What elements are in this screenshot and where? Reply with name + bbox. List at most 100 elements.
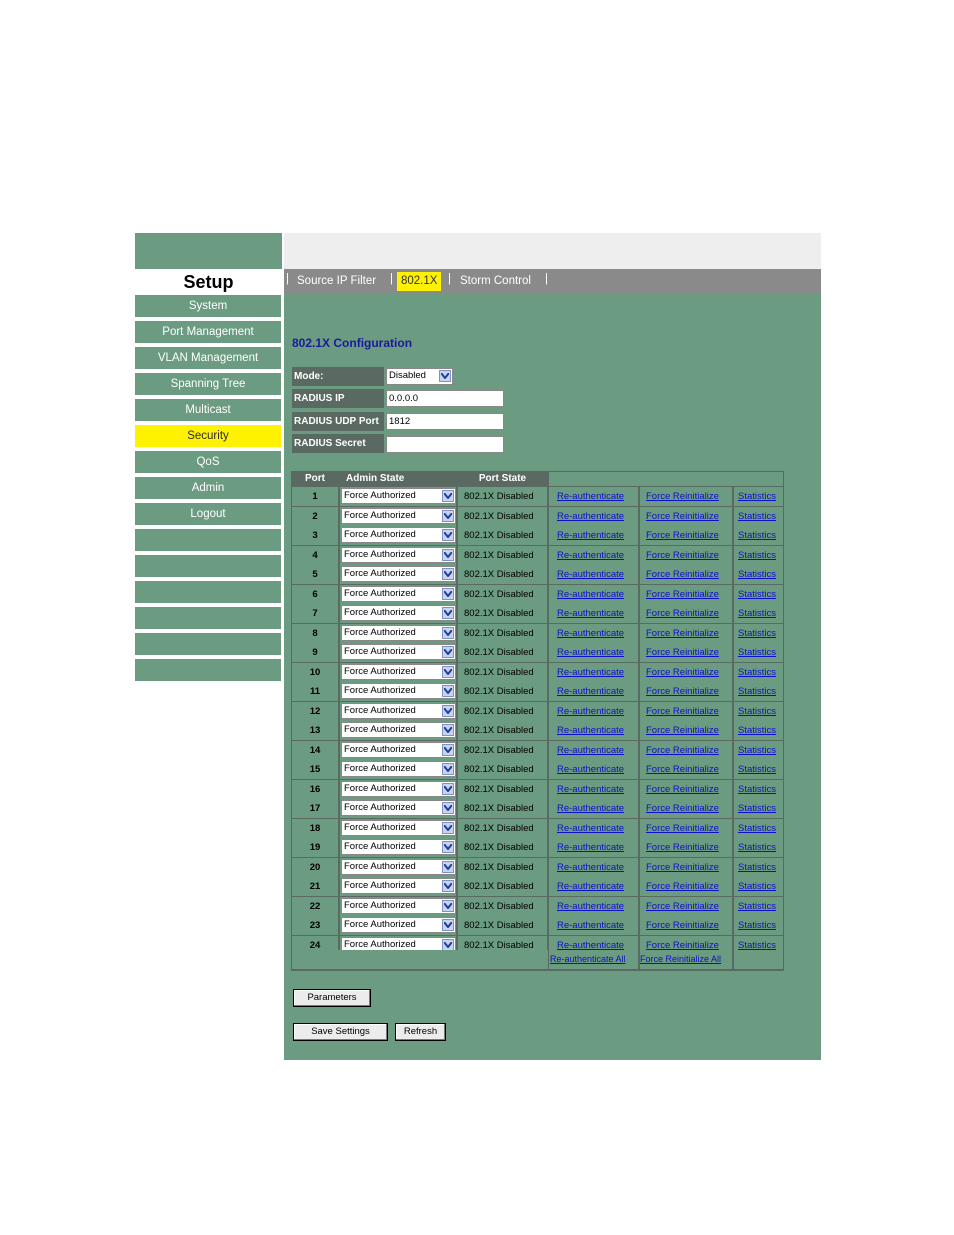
reauthenticate-link[interactable]: Re-authenticate [557,663,624,682]
admin-state-select[interactable]: Force Authorized [341,722,456,738]
force-reinitialize-link[interactable]: Force Reinitialize [646,546,719,565]
force-reinitialize-link[interactable]: Force Reinitialize [646,565,719,584]
reauthenticate-link[interactable]: Re-authenticate [557,760,624,779]
force-reinitialize-link[interactable]: Force Reinitialize [646,526,719,545]
force-reinitialize-all-link[interactable]: Force Reinitialize All [640,950,721,969]
statistics-link[interactable]: Statistics [738,799,776,818]
force-reinitialize-link[interactable]: Force Reinitialize [646,799,719,818]
reauthenticate-link[interactable]: Re-authenticate [557,916,624,935]
statistics-link[interactable]: Statistics [738,526,776,545]
tab-802-1x[interactable]: 802.1X [397,272,442,291]
statistics-link[interactable]: Statistics [738,897,776,916]
statistics-link[interactable]: Statistics [738,487,776,506]
sidebar-item-security[interactable]: Security [135,425,281,447]
refresh-button[interactable]: Refresh [395,1023,446,1041]
reauthenticate-link[interactable]: Re-authenticate [557,741,624,760]
admin-state-select[interactable]: Force Authorized [341,644,456,660]
save-settings-button[interactable]: Save Settings [293,1023,388,1041]
sidebar-item-multicast[interactable]: Multicast [135,399,281,421]
reauthenticate-link[interactable]: Re-authenticate [557,858,624,877]
reauthenticate-link[interactable]: Re-authenticate [557,780,624,799]
admin-state-select[interactable]: Force Authorized [341,897,456,914]
admin-state-select[interactable]: Force Authorized [341,527,456,543]
reauthenticate-link[interactable]: Re-authenticate [557,838,624,857]
statistics-link[interactable]: Statistics [738,604,776,623]
admin-state-select[interactable]: Force Authorized [341,858,456,875]
force-reinitialize-link[interactable]: Force Reinitialize [646,682,719,701]
admin-state-select[interactable]: Force Authorized [341,878,456,894]
force-reinitialize-link[interactable]: Force Reinitialize [646,585,719,604]
admin-state-select[interactable]: Force Authorized [341,624,456,641]
statistics-link[interactable]: Statistics [738,916,776,935]
statistics-link[interactable]: Statistics [738,643,776,662]
force-reinitialize-link[interactable]: Force Reinitialize [646,604,719,623]
force-reinitialize-link[interactable]: Force Reinitialize [646,487,719,506]
admin-state-select[interactable]: Force Authorized [341,507,456,524]
force-reinitialize-link[interactable]: Force Reinitialize [646,507,719,526]
statistics-link[interactable]: Statistics [738,507,776,526]
force-reinitialize-link[interactable]: Force Reinitialize [646,663,719,682]
reauthenticate-link[interactable]: Re-authenticate [557,487,624,506]
admin-state-select[interactable]: Force Authorized [341,585,456,602]
reauthenticate-link[interactable]: Re-authenticate [557,624,624,643]
reauthenticate-link[interactable]: Re-authenticate [557,702,624,721]
force-reinitialize-link[interactable]: Force Reinitialize [646,897,719,916]
reauthenticate-link[interactable]: Re-authenticate [557,799,624,818]
radius-secret-input[interactable] [386,436,504,453]
reauthenticate-link[interactable]: Re-authenticate [557,721,624,740]
statistics-link[interactable]: Statistics [738,741,776,760]
reauthenticate-link[interactable]: Re-authenticate [557,819,624,838]
reauthenticate-link[interactable]: Re-authenticate [557,897,624,916]
statistics-link[interactable]: Statistics [738,702,776,721]
statistics-link[interactable]: Statistics [738,858,776,877]
statistics-link[interactable]: Statistics [738,760,776,779]
statistics-link[interactable]: Statistics [738,546,776,565]
statistics-link[interactable]: Statistics [738,819,776,838]
tab-storm-control[interactable]: Storm Control [456,272,535,291]
admin-state-select[interactable]: Force Authorized [341,663,456,680]
radius-udp-port-input[interactable]: 1812 [386,413,504,430]
statistics-link[interactable]: Statistics [738,838,776,857]
admin-state-select[interactable]: Force Authorized [341,702,456,719]
parameters-button[interactable]: Parameters [293,989,371,1007]
force-reinitialize-link[interactable]: Force Reinitialize [646,838,719,857]
statistics-link[interactable]: Statistics [738,682,776,701]
statistics-link[interactable]: Statistics [738,585,776,604]
statistics-link[interactable]: Statistics [738,565,776,584]
admin-state-select[interactable]: Force Authorized [341,566,456,582]
sidebar-item-vlan-management[interactable]: VLAN Management [135,347,281,369]
admin-state-select[interactable]: Force Authorized [341,741,456,758]
admin-state-select[interactable]: Force Authorized [341,488,456,504]
statistics-link[interactable]: Statistics [738,624,776,643]
sidebar-item-qos[interactable]: QoS [135,451,281,473]
force-reinitialize-link[interactable]: Force Reinitialize [646,643,719,662]
admin-state-select[interactable]: Force Authorized [341,917,456,933]
mode-select[interactable]: Disabled [386,368,453,385]
sidebar-item-port-management[interactable]: Port Management [135,321,281,343]
reauthenticate-link[interactable]: Re-authenticate [557,643,624,662]
admin-state-select[interactable]: Force Authorized [341,761,456,777]
statistics-link[interactable]: Statistics [738,780,776,799]
reauthenticate-link[interactable]: Re-authenticate [557,565,624,584]
sidebar-item-admin[interactable]: Admin [135,477,281,499]
reauthenticate-link[interactable]: Re-authenticate [557,877,624,896]
admin-state-select[interactable]: Force Authorized [341,780,456,797]
statistics-link[interactable]: Statistics [738,877,776,896]
force-reinitialize-link[interactable]: Force Reinitialize [646,877,719,896]
reauthenticate-link[interactable]: Re-authenticate [557,682,624,701]
statistics-link[interactable]: Statistics [738,663,776,682]
sidebar-item-spanning-tree[interactable]: Spanning Tree [135,373,281,395]
force-reinitialize-link[interactable]: Force Reinitialize [646,721,719,740]
force-reinitialize-link[interactable]: Force Reinitialize [646,624,719,643]
reauthenticate-link[interactable]: Re-authenticate [557,507,624,526]
admin-state-select[interactable]: Force Authorized [341,546,456,563]
tab-source-ip-filter[interactable]: Source IP Filter [293,272,380,291]
reauthenticate-link[interactable]: Re-authenticate [557,585,624,604]
statistics-link[interactable]: Statistics [738,721,776,740]
admin-state-select[interactable]: Force Authorized [341,839,456,855]
admin-state-select[interactable]: Force Authorized [341,819,456,836]
force-reinitialize-link[interactable]: Force Reinitialize [646,858,719,877]
force-reinitialize-link[interactable]: Force Reinitialize [646,741,719,760]
force-reinitialize-link[interactable]: Force Reinitialize [646,916,719,935]
radius-ip-input[interactable]: 0.0.0.0 [386,390,504,407]
